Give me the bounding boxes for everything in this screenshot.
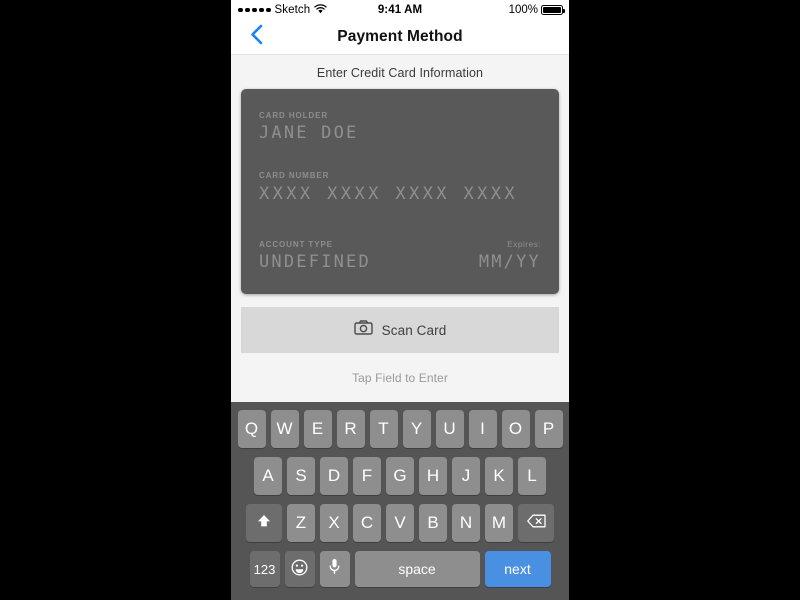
account-type-label: ACCOUNT TYPE	[259, 240, 333, 249]
key-b[interactable]: B	[419, 504, 447, 542]
card-number-label: CARD NUMBER	[259, 171, 330, 180]
key-g[interactable]: G	[386, 457, 414, 495]
keyboard-row-4: 123 space next	[249, 551, 551, 587]
keyboard-row-2: ASDFGHJKL	[254, 457, 546, 495]
key-t[interactable]: T	[369, 410, 398, 448]
back-button[interactable]	[239, 20, 273, 54]
battery-percent-label: 100%	[508, 4, 538, 16]
key-a[interactable]: A	[254, 457, 282, 495]
chevron-left-icon	[250, 24, 263, 50]
nav-bar: Payment Method	[231, 20, 569, 55]
key-v[interactable]: V	[386, 504, 414, 542]
key-m[interactable]: M	[485, 504, 513, 542]
card-number-value: XXXX XXXX XXXX XXXX	[259, 184, 519, 204]
card-bottom-row: ACCOUNT TYPE UNDEFINED Expires: MM/YY	[259, 239, 541, 272]
expires-field[interactable]: Expires: MM/YY	[479, 239, 541, 272]
numbers-key[interactable]: 123	[249, 551, 280, 587]
scan-card-button[interactable]: Scan Card	[241, 307, 559, 353]
key-o[interactable]: O	[501, 410, 530, 448]
account-type-field[interactable]: ACCOUNT TYPE UNDEFINED	[259, 240, 371, 272]
key-y[interactable]: Y	[402, 410, 431, 448]
keyboard-letter-keys-row-3: ZXCVBNM	[287, 504, 513, 542]
key-j[interactable]: J	[452, 457, 480, 495]
onscreen-keyboard[interactable]: QWERTYUIOP ASDFGHJKL ZXCVBNM 123 space n…	[231, 402, 569, 600]
page-title: Payment Method	[337, 28, 463, 45]
key-p[interactable]: P	[534, 410, 563, 448]
key-d[interactable]: D	[320, 457, 348, 495]
emoji-key[interactable]	[284, 551, 315, 587]
status-bar: Sketch 9:41 AM 100%	[231, 0, 569, 20]
key-z[interactable]: Z	[287, 504, 315, 542]
key-s[interactable]: S	[287, 457, 315, 495]
key-n[interactable]: N	[452, 504, 480, 542]
battery-full-icon	[541, 5, 565, 15]
card-holder-label: CARD HOLDER	[259, 111, 329, 120]
key-l[interactable]: L	[518, 457, 546, 495]
camera-icon	[353, 320, 373, 340]
key-e[interactable]: E	[303, 410, 332, 448]
dictation-key[interactable]	[319, 551, 350, 587]
account-type-value: UNDEFINED	[259, 252, 371, 272]
keyboard-row-1: QWERTYUIOP	[237, 410, 563, 448]
backspace-key[interactable]	[518, 504, 554, 542]
expires-label: Expires:	[507, 239, 541, 249]
key-h[interactable]: H	[419, 457, 447, 495]
status-bar-right: 100%	[508, 4, 565, 16]
key-q[interactable]: Q	[237, 410, 266, 448]
card-holder-value: JANE DOE	[259, 123, 359, 143]
key-f[interactable]: F	[353, 457, 381, 495]
key-c[interactable]: C	[353, 504, 381, 542]
expires-value: MM/YY	[478, 252, 541, 272]
next-key[interactable]: next	[484, 551, 551, 587]
card-holder-field[interactable]: CARD HOLDER JANE DOE	[259, 111, 541, 143]
credit-card-preview[interactable]: CARD HOLDER JANE DOE CARD NUMBER XXXX XX…	[241, 89, 559, 294]
microphone-icon	[328, 558, 341, 580]
phone-screen: Sketch 9:41 AM 100% Payment Method Enter…	[231, 0, 569, 600]
shift-arrow-up-icon	[256, 513, 272, 534]
content-area: Enter Credit Card Information CARD HOLDE…	[231, 55, 569, 403]
scan-card-label: Scan Card	[381, 322, 447, 338]
section-heading: Enter Credit Card Information	[316, 66, 484, 80]
key-x[interactable]: X	[320, 504, 348, 542]
backspace-delete-icon	[526, 513, 546, 533]
key-w[interactable]: W	[270, 410, 299, 448]
key-r[interactable]: R	[336, 410, 365, 448]
keyboard-row-3: ZXCVBNM	[246, 504, 554, 542]
key-u[interactable]: U	[435, 410, 464, 448]
screenshot-stage: Sketch 9:41 AM 100% Payment Method Enter…	[0, 0, 800, 600]
card-number-field[interactable]: CARD NUMBER XXXX XXXX XXXX XXXX	[259, 171, 541, 204]
emoji-smiley-icon	[291, 559, 308, 579]
space-key[interactable]: space	[354, 551, 480, 587]
key-k[interactable]: K	[485, 457, 513, 495]
key-i[interactable]: I	[468, 410, 497, 448]
shift-key[interactable]	[246, 504, 282, 542]
tap-field-hint: Tap Field to Enter	[352, 371, 448, 385]
